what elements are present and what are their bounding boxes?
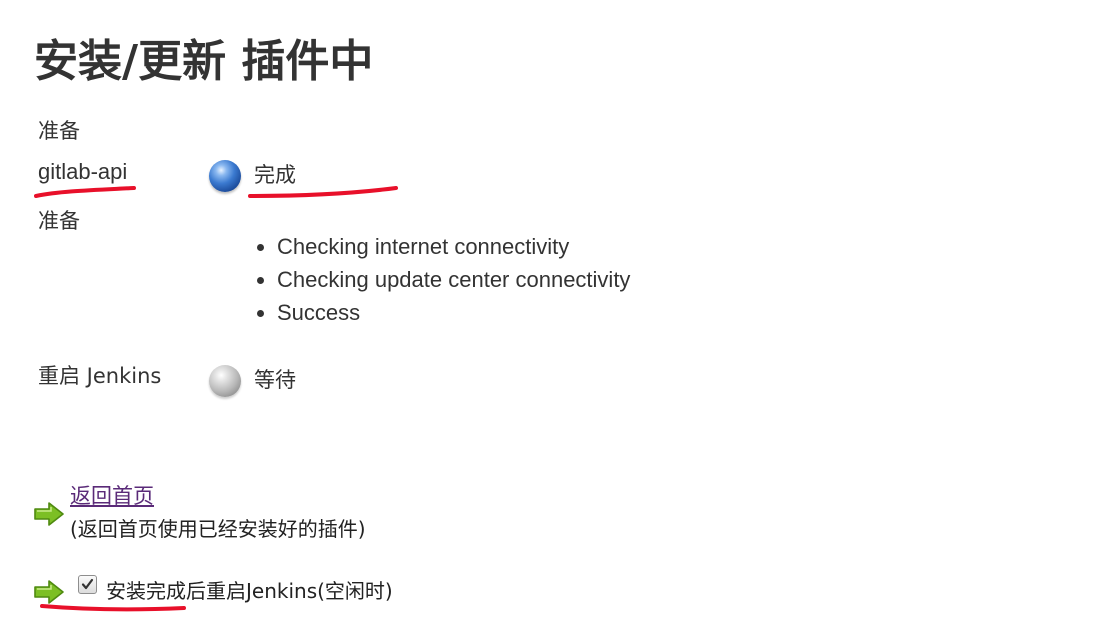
checkmark-icon (81, 578, 94, 590)
page-title: 安装/更新 插件中 (34, 36, 374, 87)
status-done-icon (209, 160, 241, 192)
restart-after-install-checkbox[interactable] (78, 575, 97, 594)
green-arrow-icon[interactable] (33, 501, 65, 527)
list-item: Checking internet connectivity (277, 230, 630, 263)
list-item: Success (277, 296, 630, 329)
restart-jenkins-label: 重启 Jenkins (38, 364, 162, 388)
back-home-link[interactable]: 返回首页 (70, 481, 154, 511)
green-arrow-icon[interactable] (33, 579, 65, 605)
restart-status-text: 等待 (254, 368, 296, 392)
plugin-name: gitlab-api (38, 159, 128, 184)
plugin-status-text: 完成 (254, 163, 296, 187)
status-pending-icon (209, 365, 241, 397)
prepare-label: 准备 (38, 119, 80, 143)
list-item: Checking update center connectivity (277, 263, 630, 296)
back-home-note: (返回首页使用已经安装好的插件) (70, 517, 366, 541)
prepare-label-2: 准备 (38, 209, 80, 233)
restart-checkbox-label[interactable]: 安装完成后重启Jenkins(空闲时) (106, 576, 393, 606)
connectivity-check-list: Checking internet connectivity Checking … (250, 230, 630, 329)
